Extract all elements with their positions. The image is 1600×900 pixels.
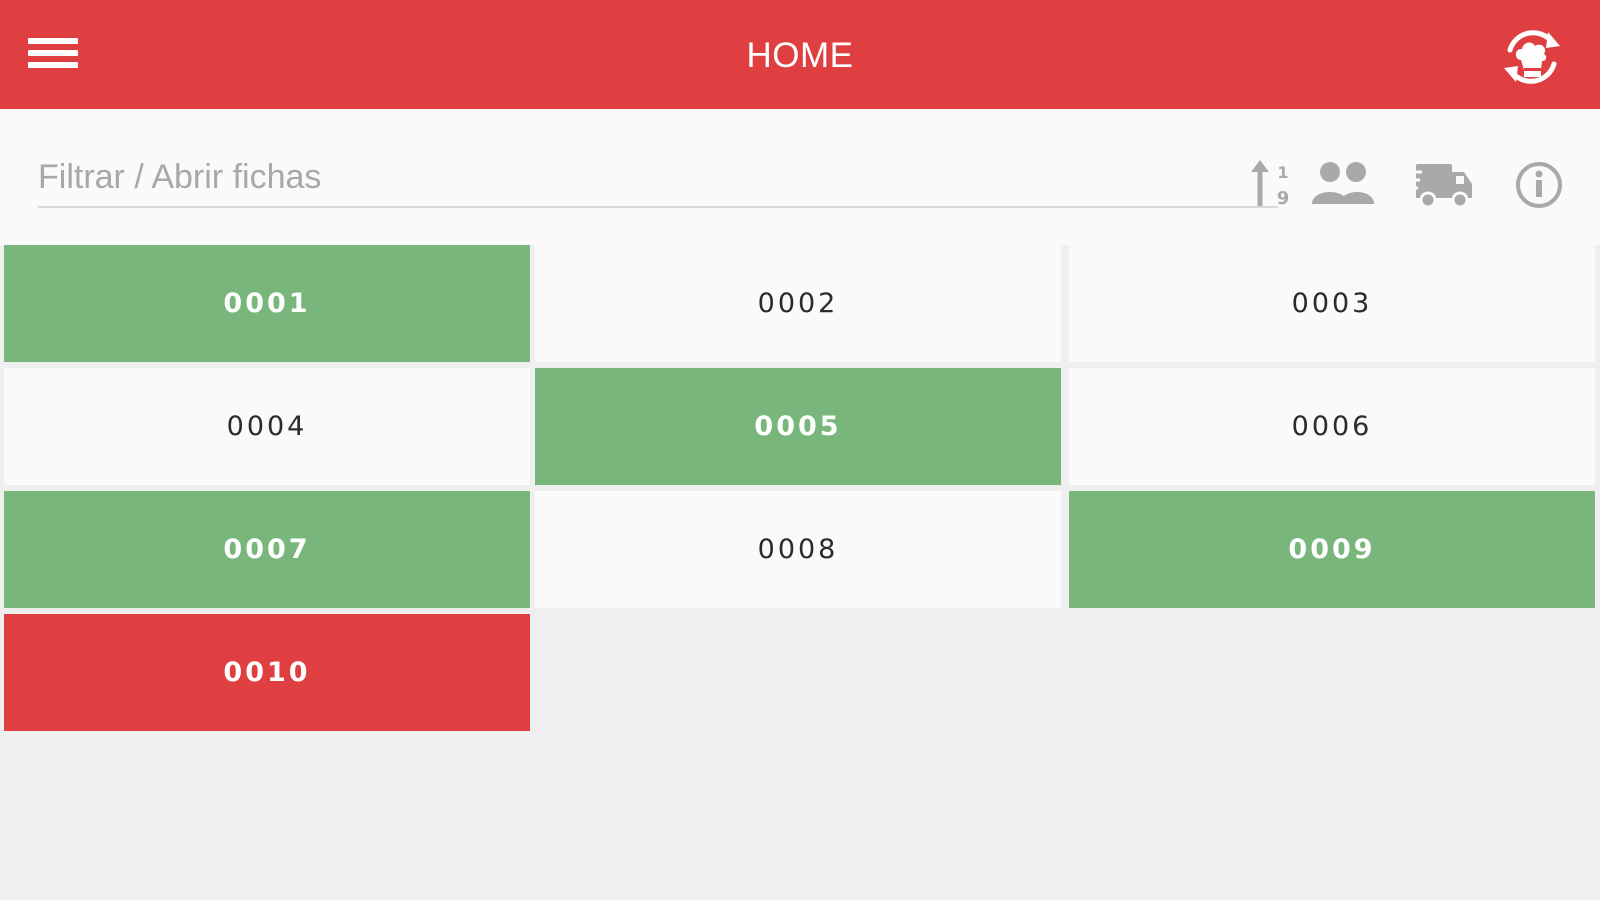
table-tile[interactable]: 0001 [4,245,530,362]
search-input[interactable] [38,148,1278,208]
chef-sync-icon[interactable] [1496,20,1568,92]
delivery-truck-icon[interactable] [1408,158,1474,210]
info-icon[interactable] [1514,160,1564,210]
users-icon[interactable] [1310,160,1376,208]
sort-numeric-icon[interactable]: 1 9 [1250,160,1296,210]
table-tile[interactable]: 0006 [1069,368,1595,485]
svg-text:9: 9 [1277,188,1290,209]
table-tile[interactable]: 0004 [4,368,530,485]
table-tile[interactable]: 0008 [535,491,1061,608]
table-tile[interactable]: 0002 [535,245,1061,362]
table-tile[interactable]: 0003 [1069,245,1595,362]
page-title: HOME [746,36,854,75]
svg-text:1: 1 [1277,163,1288,182]
table-tile[interactable]: 0009 [1069,491,1595,608]
table-tile[interactable]: 0007 [4,491,530,608]
app-header: HOME [0,0,1600,109]
table-tile[interactable]: 0005 [535,368,1061,485]
table-tile[interactable]: 0010 [4,614,530,731]
